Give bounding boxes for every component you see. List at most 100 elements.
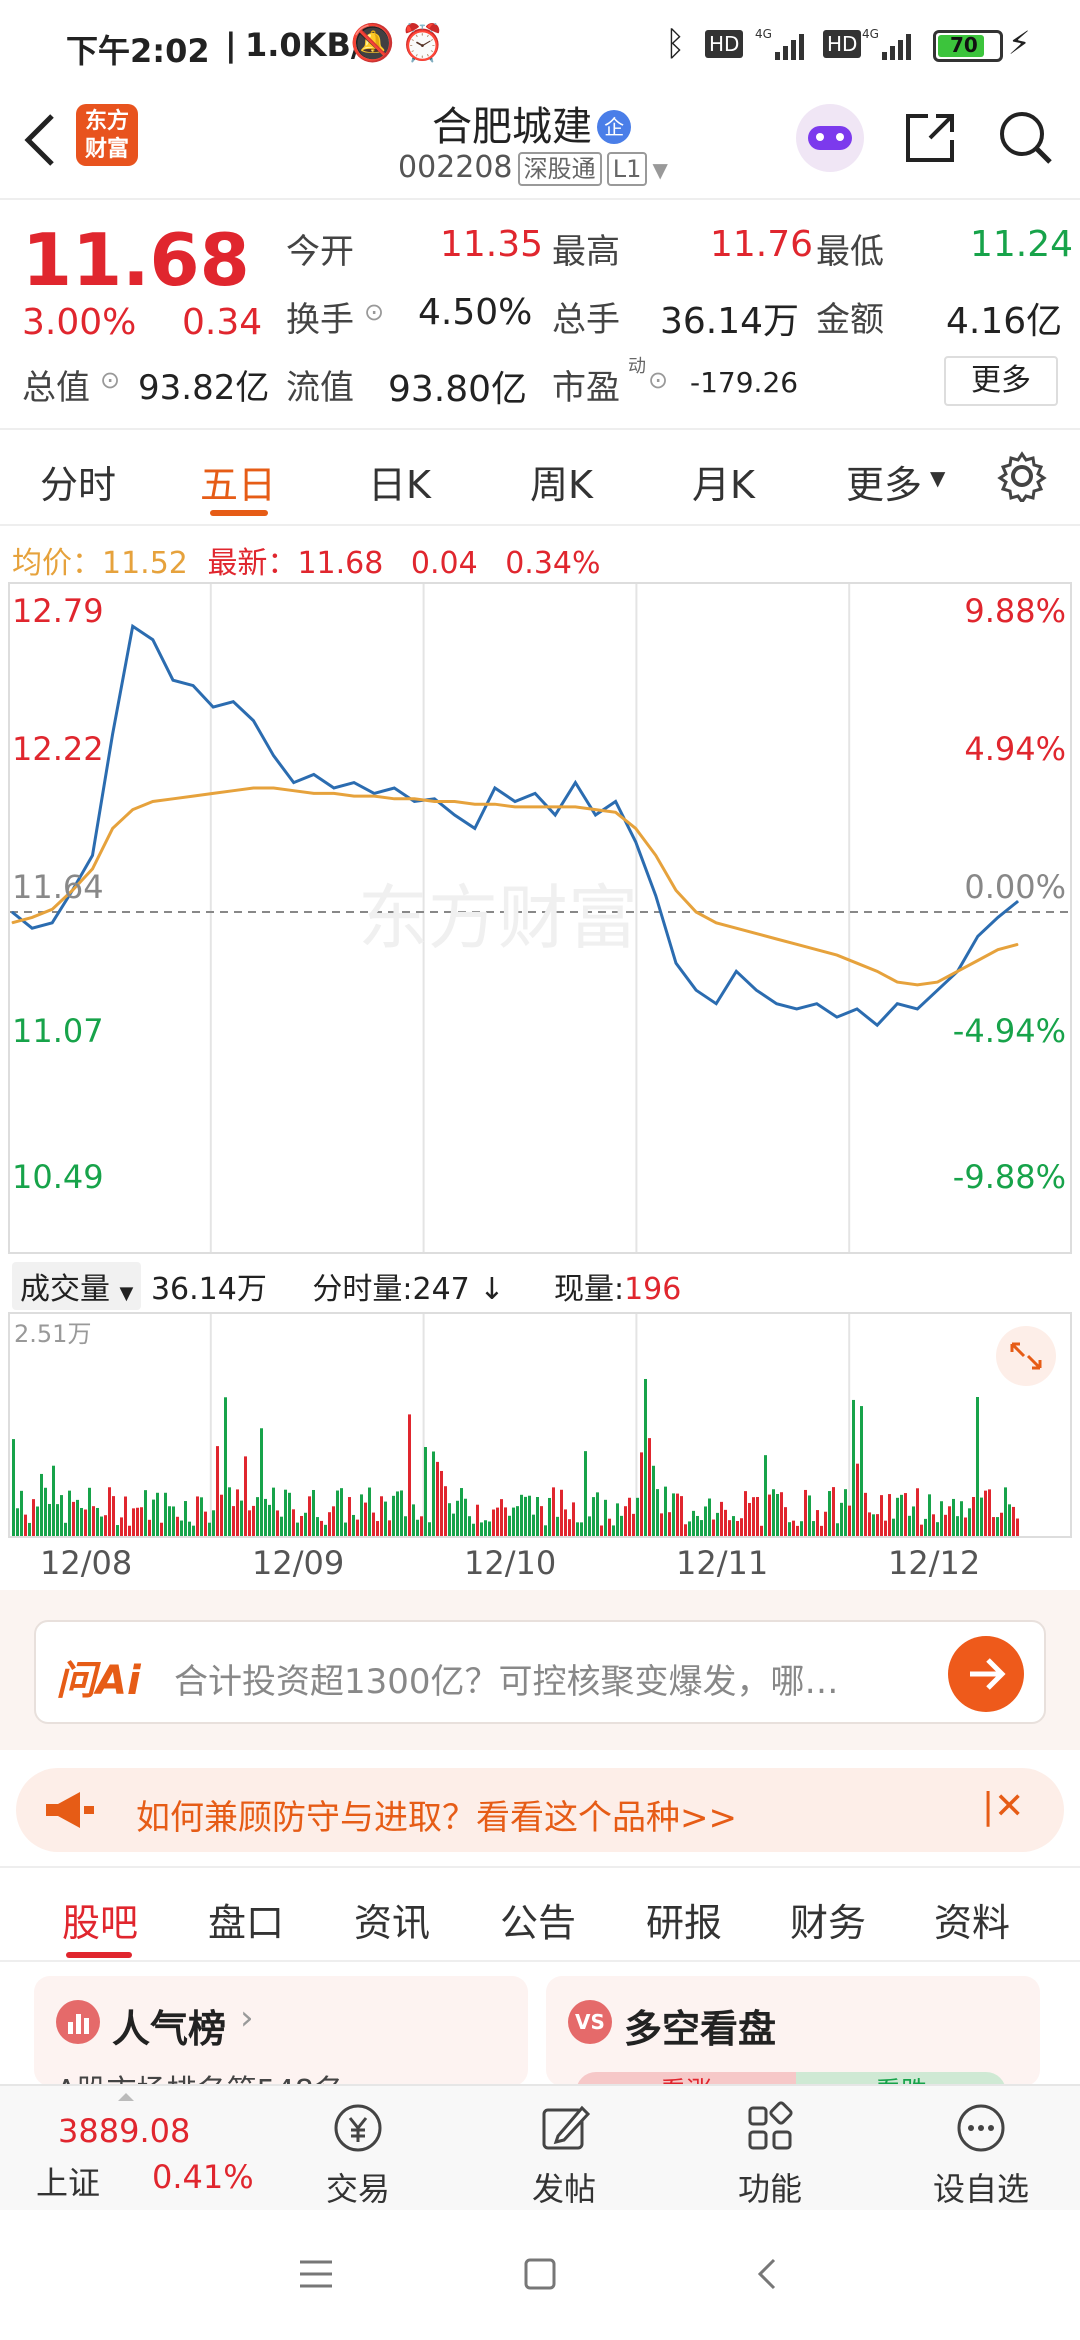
float-mv-label: 流值 [286,368,354,408]
price-point [152,639,154,641]
latest-chg-pct: 0.34% [505,546,601,581]
volume-bar [568,1519,571,1536]
more-button[interactable]: 更多 [944,356,1058,406]
home-icon[interactable] [522,2256,558,2292]
volume-bar [500,1499,503,1536]
volume-bar [832,1487,835,1536]
volume-bar [148,1519,151,1536]
ai-submit-button[interactable] [948,1636,1024,1712]
robot-avatar-icon[interactable] [796,104,864,172]
volume-bar [420,1516,423,1536]
info-icon[interactable]: ⊙ [364,298,384,326]
price-chart[interactable]: 东方财富 12.79 12.22 11.64 11.07 10.49 9.88% 4.94%… [8,582,1072,1254]
index-ticker[interactable]: 3889.08 上证 0.41% [20,2096,254,2206]
stock-title-group[interactable]: 合肥城建 企 [432,94,632,152]
arrow-right-icon [970,1658,1006,1690]
volume-bar [520,1494,523,1536]
volume-bar [776,1494,779,1536]
nav-caret-icon [118,2086,134,2101]
volume-bar [160,1522,163,1536]
tab-weekly-k[interactable]: 周K [530,454,593,509]
average-point [373,795,375,797]
volume-bar [668,1512,671,1536]
grid-icon [748,2101,793,2150]
tab-forum[interactable]: 股吧 [62,1892,138,1947]
low-value: 11.24 [970,224,1074,265]
volume-bar [312,1489,315,1536]
x-tick-label: 12/11 [676,1544,769,1582]
volume-bar [604,1499,607,1536]
nav-trade[interactable]: 交易 [300,2094,416,2208]
tab-news[interactable]: 资讯 [354,1892,430,1947]
ai-search-bar[interactable]: 问Ai 合计投资超1300亿？可控核聚变爆发，哪… [34,1620,1046,1724]
volume-chart[interactable]: 2.51万 [8,1312,1072,1538]
volume-bar [876,1514,879,1536]
tab-announcements[interactable]: 公告 [500,1892,576,1947]
tab-monthly-k[interactable]: 月K [692,454,755,509]
average-point [413,798,415,800]
average-point [755,933,757,935]
menu-icon[interactable] [296,2256,336,2292]
volume-bar [292,1509,295,1536]
tab-more[interactable]: 更多 [846,454,922,509]
volume-bar [80,1507,83,1536]
volume-bar [200,1497,203,1536]
tab-daily-k[interactable]: 日K [368,454,431,509]
expand-button[interactable] [996,1326,1056,1386]
average-point [595,809,596,811]
price-point [755,989,757,991]
price-point [937,989,938,991]
divider [0,524,1080,526]
tab-research[interactable]: 研报 [646,1892,722,1947]
tab-finance[interactable]: 财务 [790,1892,866,1947]
tab-five-day[interactable]: 五日 [200,454,276,509]
volume-bar [572,1502,575,1536]
volume-bar [16,1508,19,1536]
price-point [172,679,174,681]
index-name: 上证 [36,2164,101,2202]
average-point [273,787,275,789]
volume-bar [296,1522,299,1536]
settings-icon[interactable] [996,450,1048,502]
total-mv-label: 总值 [22,368,90,408]
volume-bar [404,1516,407,1536]
back-icon[interactable] [20,110,60,170]
bull-bear-card[interactable]: VS 多空看盘 看涨 看跌 [546,1976,1040,2086]
volume-bar [860,1406,863,1536]
nav-functions[interactable]: 功能 [712,2094,828,2208]
average-point [776,938,778,940]
svg-text:4G: 4G [755,27,772,41]
volume-bar [616,1503,619,1536]
x-tick-label: 12/09 [252,1544,345,1582]
nav-post-label: 发帖 [531,2170,596,2208]
search-icon[interactable] [996,108,1056,168]
volume-bar [352,1514,355,1536]
promo-banner[interactable]: 如何兼顾防守与进取？看看这个品种>> |✕ [16,1768,1064,1852]
share-icon[interactable] [900,108,960,168]
close-icon[interactable]: |✕ [982,1786,1024,1827]
nav-add-watchlist[interactable]: 设自选 [916,2094,1046,2208]
tab-profile[interactable]: 资料 [934,1892,1010,1947]
latest-label: 最新： [207,546,298,581]
tab-intraday[interactable]: 分时 [40,454,116,509]
volume-bar [300,1515,303,1536]
popularity-card[interactable]: 人气榜 › A股市场排名第548名 [34,1976,528,2086]
index-change: 0.41% [152,2158,254,2196]
back-nav-icon[interactable] [752,2256,782,2292]
volume-selector[interactable]: 成交量 ▼ [12,1262,142,1310]
y-right-tick: 0.00% [964,868,1066,906]
volume-bar [620,1515,623,1536]
volume-bar [552,1487,555,1536]
average-point [51,908,53,910]
volume-bar [144,1490,147,1536]
info-icon-2[interactable]: ⊙ [100,366,120,394]
dropdown-icon[interactable]: ▼ [652,158,667,182]
volume-bar [588,1516,591,1536]
hd-icon-2: HD [823,30,862,58]
y-right-tick: -4.94% [953,1012,1066,1050]
volume-bar [960,1501,963,1536]
nav-post[interactable]: 发帖 [506,2094,622,2208]
info-icon-3[interactable]: ⊙ [648,366,668,394]
volume-bar [644,1378,647,1536]
tab-market-depth[interactable]: 盘口 [208,1892,284,1947]
